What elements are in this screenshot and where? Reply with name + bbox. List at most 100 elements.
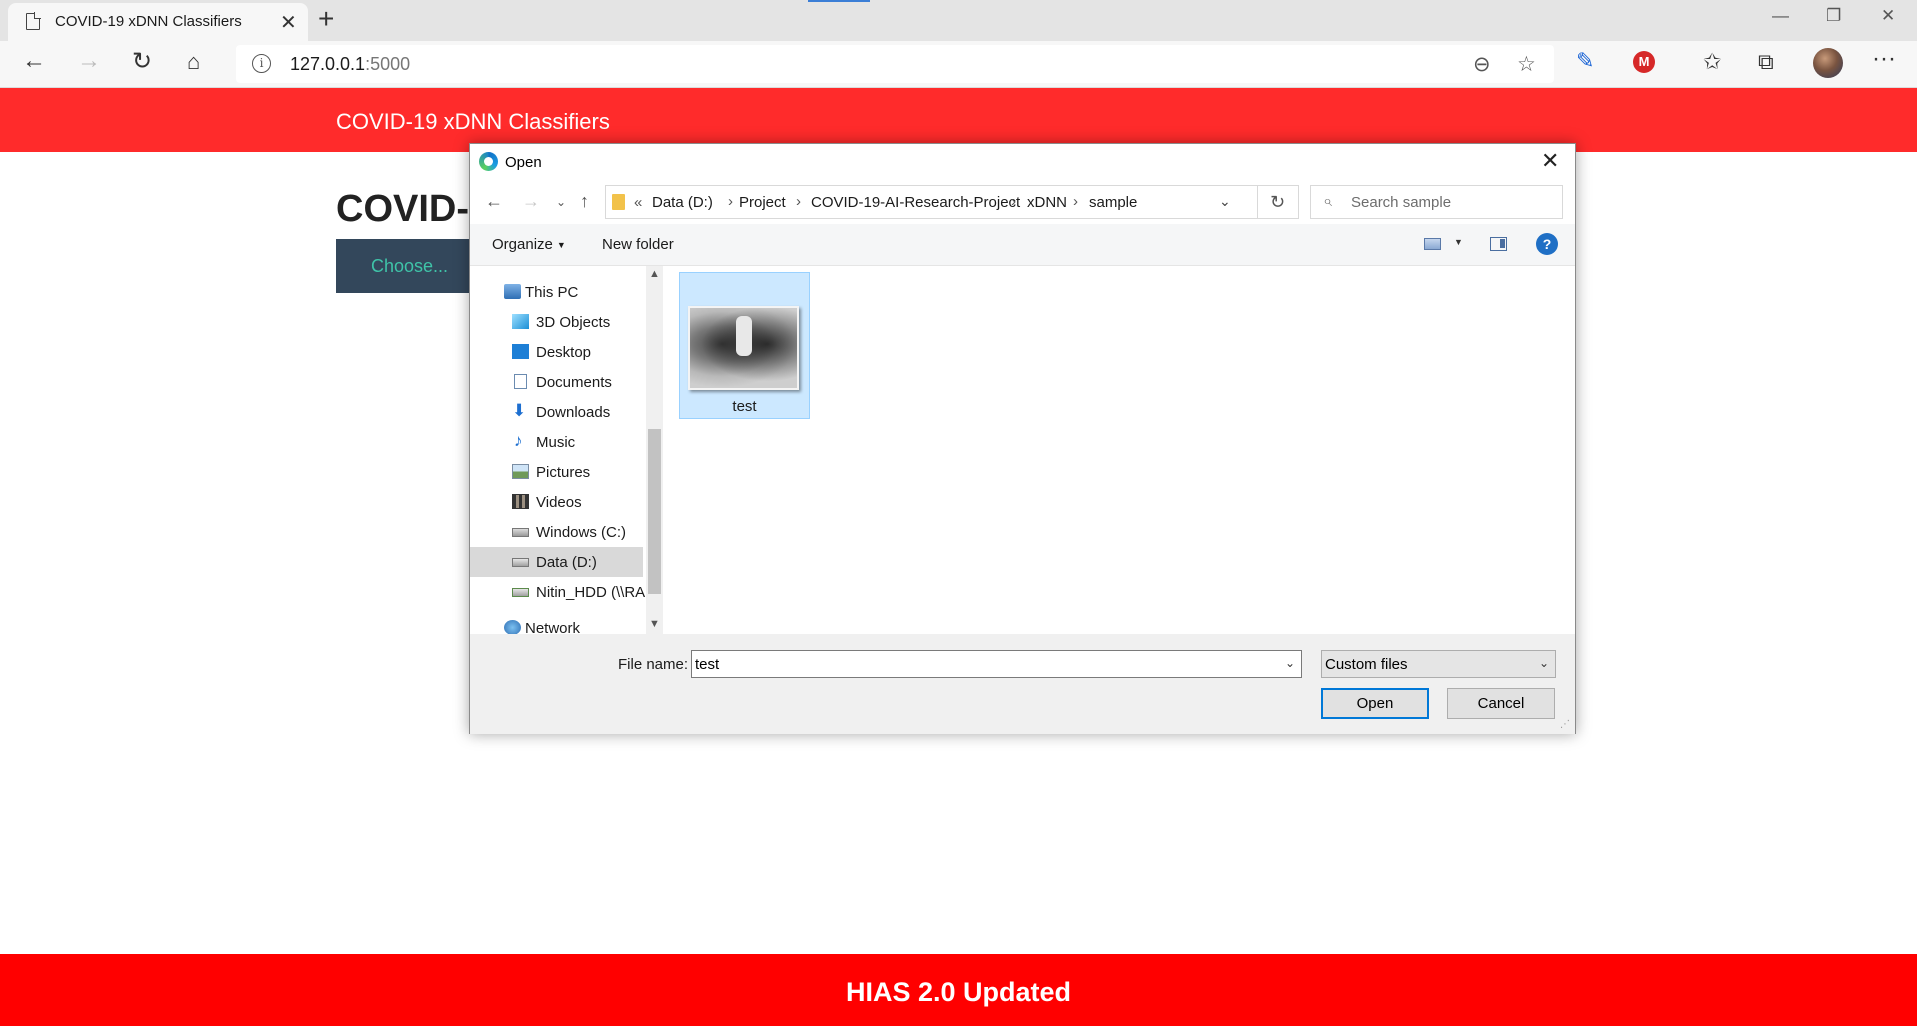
browser-tab-strip: COVID-19 xDNN Classifiers ✕ + — ❐ ✕ <box>0 0 1917 41</box>
refresh-button[interactable]: ↻ <box>1257 185 1299 219</box>
dialog-close-icon[interactable]: ✕ <box>1541 148 1559 174</box>
extension-m-icon[interactable]: M <box>1633 51 1655 73</box>
this-pc-icon <box>504 284 521 299</box>
nav-label: Downloads <box>536 404 611 421</box>
profile-avatar[interactable] <box>1813 48 1843 78</box>
choose-file-label: Choose... <box>371 256 449 276</box>
nav-item-desktop[interactable]: Desktop <box>470 337 645 367</box>
chevron-right-icon[interactable]: › <box>796 193 801 210</box>
help-icon[interactable]: ? <box>1536 233 1558 255</box>
nav-label: Network <box>525 620 581 634</box>
breadcrumb-project[interactable]: Project <box>739 194 786 211</box>
nav-item-3d-objects[interactable]: 3D Objects <box>470 307 645 337</box>
nav-item-windows-c[interactable]: Windows (C:) <box>470 517 645 547</box>
up-icon[interactable]: ↑ <box>580 191 589 212</box>
nav-label: Windows (C:) <box>536 524 627 541</box>
nav-item-nitin-hdd[interactable]: Nitin_HDD (\\RA <box>470 577 645 607</box>
add-favorite-icon[interactable]: ☆ <box>1517 52 1536 77</box>
nav-item-documents[interactable]: Documents <box>470 367 645 397</box>
page-title: COVID-1 <box>336 188 491 230</box>
chevron-right-icon[interactable]: › <box>728 193 733 210</box>
close-window-button[interactable]: ✕ <box>1881 6 1895 26</box>
more-icon[interactable]: ··· <box>1872 45 1896 73</box>
open-button[interactable]: Open <box>1321 688 1429 719</box>
file-name-field[interactable]: test ⌄ <box>691 650 1302 678</box>
accent-line <box>808 0 870 2</box>
search-input[interactable]: ⌕ Search sample <box>1310 185 1563 219</box>
nav-label: Music <box>536 434 576 451</box>
new-folder-button[interactable]: New folder <box>602 236 674 253</box>
file-name-label: File name: <box>618 656 689 673</box>
nav-item-videos[interactable]: Videos <box>470 487 645 517</box>
nav-item-network[interactable]: Network <box>470 613 645 634</box>
address-bar[interactable]: i 127.0.0.1:5000 ⊖ ☆ <box>236 45 1554 83</box>
breadcrumb-research-project[interactable]: COVID-19-AI-Research-Project <box>811 194 1020 211</box>
site-title[interactable]: COVID-19 xDNN Classifiers <box>336 109 610 135</box>
browser-toolbar: ← → ↻ ⌂ i 127.0.0.1:5000 ⊖ ☆ ✎ M ✩ ⧉ ··· <box>0 41 1917 88</box>
chevron-right-icon[interactable]: › <box>1011 193 1016 210</box>
back-icon[interactable]: ← <box>485 191 503 212</box>
file-type-value: Custom files <box>1325 656 1408 673</box>
cancel-button[interactable]: Cancel <box>1447 688 1555 719</box>
nav-item-music[interactable]: ♪ Music <box>470 427 645 457</box>
nav-label: Desktop <box>536 344 592 361</box>
search-icon: ⌕ <box>1323 193 1332 210</box>
3d-objects-icon <box>512 314 529 329</box>
collections-icon[interactable]: ⧉ <box>1758 49 1774 75</box>
url-text[interactable]: 127.0.0.1:5000 <box>290 54 410 75</box>
refresh-icon[interactable]: ↻ <box>132 47 152 76</box>
recent-locations-icon[interactable]: ⌄ <box>556 195 566 209</box>
choose-file-button[interactable]: Choose... <box>336 239 472 293</box>
nav-label: 3D Objects <box>536 314 611 331</box>
view-options-caret[interactable]: ▼ <box>1454 237 1463 247</box>
nav-item-downloads[interactable]: ⬇ Downloads <box>470 397 645 427</box>
browser-tab[interactable]: COVID-19 xDNN Classifiers ✕ <box>8 3 308 41</box>
organize-menu[interactable]: Organize ▼ <box>492 236 566 253</box>
extension-pen-icon[interactable]: ✎ <box>1576 48 1594 74</box>
nav-item-this-pc[interactable]: This PC <box>470 277 645 307</box>
scroll-down-icon[interactable]: ▼ <box>649 618 660 630</box>
change-view-icon[interactable] <box>1424 238 1441 250</box>
scroll-thumb[interactable] <box>648 429 661 594</box>
nav-item-pictures[interactable]: Pictures <box>470 457 645 487</box>
favorites-icon[interactable]: ✩ <box>1703 49 1721 75</box>
breadcrumb-overflow[interactable]: « <box>634 194 642 211</box>
dialog-navigation-row: ← → ⌄ ↑ « Data (D:) › Project › COVID-19… <box>470 180 1575 224</box>
breadcrumb-xdnn[interactable]: xDNN <box>1027 194 1067 211</box>
breadcrumb-data-drive[interactable]: Data (D:) <box>652 194 713 211</box>
file-name-value: test <box>695 656 720 673</box>
preview-pane-icon[interactable] <box>1490 237 1507 251</box>
ct-scan-thumbnail <box>688 306 799 390</box>
file-name: test <box>732 398 757 415</box>
new-tab-button[interactable]: + <box>318 3 334 35</box>
back-icon[interactable]: ← <box>22 47 46 75</box>
zoom-out-icon[interactable]: ⊖ <box>1473 52 1491 77</box>
minimize-button[interactable]: — <box>1772 6 1789 26</box>
site-footer: HIAS 2.0 Updated <box>0 954 1917 1026</box>
home-icon[interactable]: ⌂ <box>187 49 200 75</box>
dialog-titlebar[interactable]: Open ✕ <box>470 144 1575 180</box>
file-type-select[interactable]: Custom files ⌄ <box>1321 650 1556 678</box>
windows-drive-icon <box>512 528 529 537</box>
restore-button[interactable]: ❐ <box>1826 6 1841 26</box>
navigation-scrollbar[interactable]: ▲ ▼ <box>646 266 663 634</box>
resize-grip-icon[interactable]: ⋰ <box>1560 719 1570 730</box>
network-drive-icon <box>512 588 529 597</box>
file-item-test[interactable]: test <box>679 272 810 419</box>
nav-item-data-d[interactable]: Data (D:) <box>470 547 643 577</box>
chevron-down-icon[interactable]: ⌄ <box>1219 193 1231 210</box>
nav-label: Pictures <box>536 464 591 481</box>
chevron-right-icon[interactable]: › <box>1073 193 1078 210</box>
info-icon[interactable]: i <box>252 54 271 73</box>
forward-icon[interactable]: → <box>522 191 540 212</box>
breadcrumb[interactable]: « Data (D:) › Project › COVID-19-AI-Rese… <box>605 185 1259 219</box>
chevron-down-icon[interactable]: ⌄ <box>1285 656 1295 670</box>
forward-icon[interactable]: → <box>77 47 101 75</box>
scroll-up-icon[interactable]: ▲ <box>649 268 660 280</box>
dialog-title: Open <box>505 154 542 171</box>
desktop-icon <box>512 344 529 359</box>
nav-label: Nitin_HDD (\\RA <box>536 584 645 601</box>
tab-close-icon[interactable]: ✕ <box>280 10 297 35</box>
breadcrumb-sample[interactable]: sample <box>1089 194 1137 211</box>
search-placeholder: Search sample <box>1351 194 1452 211</box>
